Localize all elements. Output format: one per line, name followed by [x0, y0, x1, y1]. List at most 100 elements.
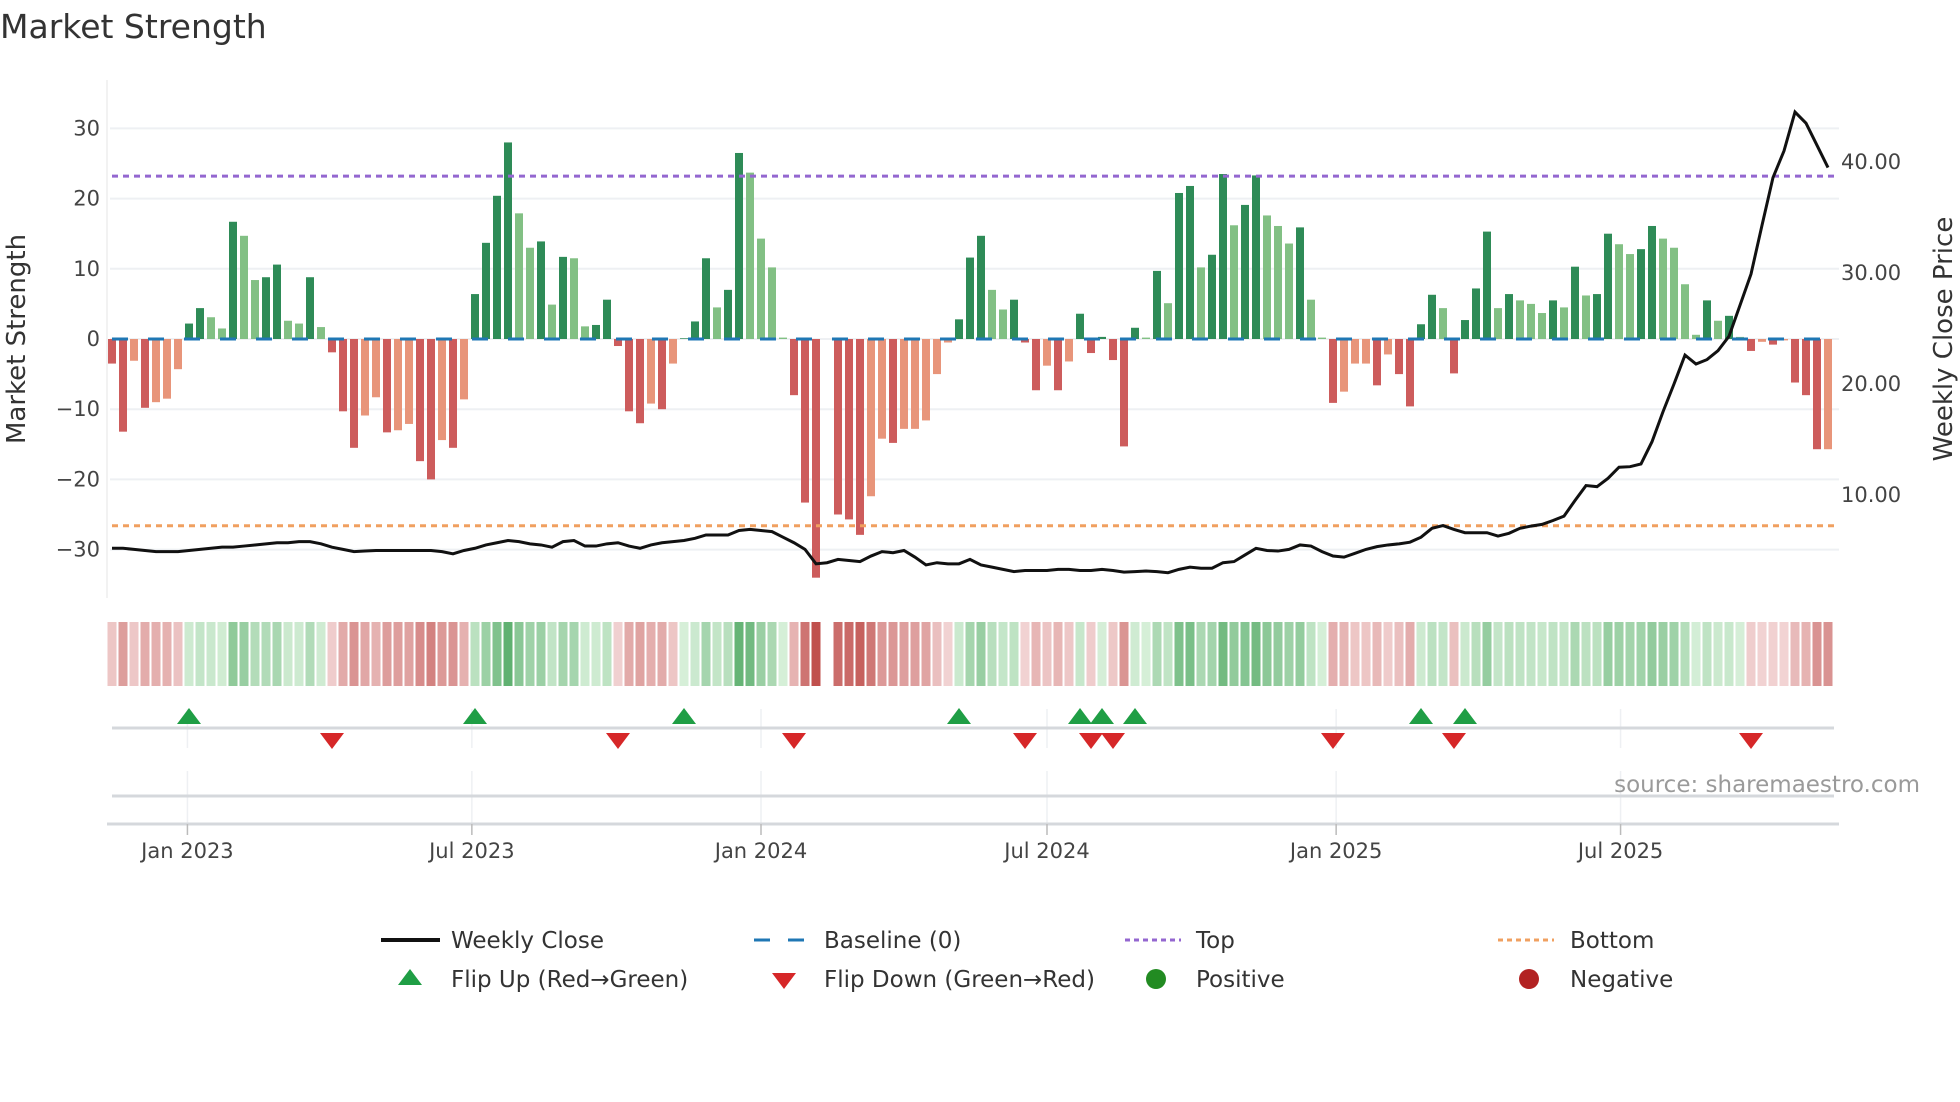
- strip-cell: [448, 622, 458, 686]
- strip-cell: [1405, 622, 1415, 686]
- bar-negative: [1791, 339, 1799, 383]
- strip-cell: [1724, 622, 1734, 686]
- bar-negative: [1373, 339, 1381, 386]
- flip-down-marker: [782, 733, 806, 749]
- x-tick-label: Jul 2023: [427, 839, 514, 863]
- bar-negative: [108, 339, 116, 364]
- strip-cell: [657, 622, 667, 686]
- bar-negative: [636, 339, 644, 424]
- strip-cell: [602, 622, 612, 686]
- strip-cell: [1251, 622, 1261, 686]
- strip-cell: [536, 622, 546, 686]
- bar-positive: [482, 242, 490, 339]
- strip-cell: [591, 622, 601, 686]
- y-tick-label: 30: [73, 116, 100, 140]
- bar-positive: [1483, 231, 1491, 339]
- bar-negative: [911, 339, 919, 429]
- strip-cell: [1141, 622, 1151, 686]
- bar-positive: [999, 309, 1007, 339]
- legend-item-flip-down[interactable]: Flip Down (Green→Red): [772, 967, 1095, 993]
- strip-cell: [492, 622, 502, 686]
- strip-cell: [866, 622, 876, 686]
- strip-cell: [976, 622, 986, 686]
- x-tick-label: Jul 2025: [1576, 839, 1663, 863]
- bar-negative: [900, 339, 908, 429]
- strip-cell: [1383, 622, 1393, 686]
- strip-cell: [1031, 622, 1041, 686]
- y-tick-label: 20: [73, 187, 100, 211]
- strip-cell: [613, 622, 623, 686]
- strip-cell: [1240, 622, 1250, 686]
- strip-cell: [1680, 622, 1690, 686]
- bar-positive: [977, 235, 985, 339]
- bar-positive: [515, 213, 523, 339]
- strip-cell: [1372, 622, 1382, 686]
- strip-cell: [525, 622, 535, 686]
- strip-cell: [371, 622, 381, 686]
- flip-down-marker: [1079, 733, 1103, 749]
- bar-positive: [603, 299, 611, 339]
- strip-cell: [1581, 622, 1591, 686]
- strip-cell: [1526, 622, 1536, 686]
- flip-down-marker: [1013, 733, 1037, 749]
- strip-cell: [415, 622, 425, 686]
- strip-cell: [514, 622, 524, 686]
- bar-positive: [735, 152, 743, 339]
- bar-positive: [1318, 337, 1326, 339]
- strip-cell: [1471, 622, 1481, 686]
- strip-cell: [1449, 622, 1459, 686]
- flip-up-marker: [947, 708, 971, 724]
- legend: Weekly Close Baseline (0) Top Bottom Fli…: [381, 928, 1673, 993]
- strip-cell: [305, 622, 315, 686]
- bar-negative: [1747, 339, 1755, 351]
- bar-negative: [922, 339, 930, 421]
- legend-item-positive[interactable]: Positive: [1146, 967, 1285, 993]
- bar-positive: [1637, 249, 1645, 339]
- strip-cell: [1647, 622, 1657, 686]
- bar-negative: [449, 339, 457, 448]
- bar-positive: [691, 321, 699, 339]
- legend-item-top[interactable]: Top: [1125, 928, 1235, 954]
- strip-cell: [965, 622, 975, 686]
- bar-negative: [1340, 339, 1348, 392]
- strip-cell: [129, 622, 139, 686]
- bar-positive: [1230, 225, 1238, 339]
- strength-bars: [108, 142, 1832, 578]
- x-tick-label: Jan 2025: [1288, 839, 1383, 863]
- strip-cell: [910, 622, 920, 686]
- strip-cell: [1493, 622, 1503, 686]
- strip-cell: [1317, 622, 1327, 686]
- strip-cell: [184, 622, 194, 686]
- bar-positive: [1582, 295, 1590, 339]
- strip-cell: [1075, 622, 1085, 686]
- strip-cell: [393, 622, 403, 686]
- bar-positive: [1164, 303, 1172, 339]
- bar-negative: [878, 339, 886, 439]
- bar-negative: [1032, 339, 1040, 391]
- legend-item-bottom[interactable]: Bottom: [1498, 928, 1654, 954]
- bar-positive: [196, 308, 204, 339]
- bar-negative: [174, 339, 182, 370]
- bar-positive: [240, 235, 248, 339]
- strip-cell: [1460, 622, 1470, 686]
- legend-item-baseline[interactable]: Baseline (0): [754, 928, 961, 954]
- strip-cell: [1185, 622, 1195, 686]
- strip-cell: [1086, 622, 1096, 686]
- strip-cell: [811, 622, 821, 686]
- bar-negative: [394, 339, 402, 431]
- legend-item-negative[interactable]: Negative: [1519, 967, 1673, 993]
- strip-cell: [701, 622, 711, 686]
- legend-item-flip-up[interactable]: Flip Up (Red→Green): [398, 967, 688, 993]
- bar-positive: [493, 195, 501, 339]
- y2-tick-label: 30.00: [1841, 261, 1901, 285]
- legend-item-weekly-close[interactable]: Weekly Close: [381, 928, 604, 954]
- flip-down-marker: [320, 733, 344, 749]
- flip-up-marker: [1068, 708, 1092, 724]
- strip-cell: [404, 622, 414, 686]
- bar-negative: [1043, 339, 1051, 366]
- strip-cell: [1042, 622, 1052, 686]
- bar-positive: [1274, 225, 1282, 339]
- bar-negative: [801, 339, 809, 503]
- bar-negative: [812, 339, 820, 578]
- bar-negative: [339, 339, 347, 412]
